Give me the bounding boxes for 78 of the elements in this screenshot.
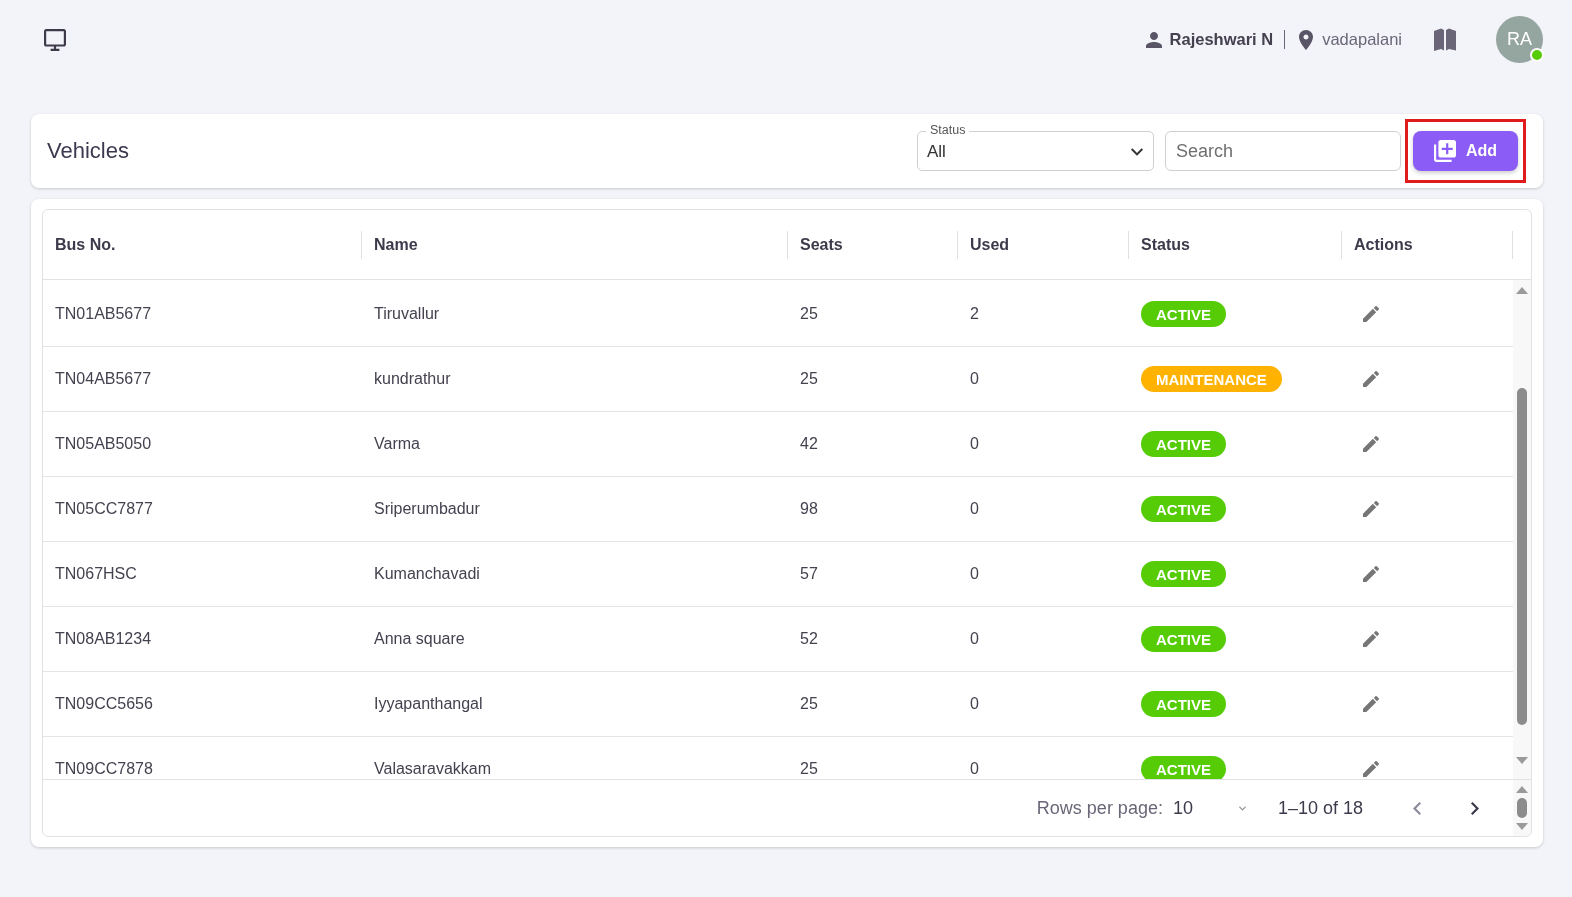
- table-cell-text: TN01AB5677: [54, 304, 153, 324]
- table-cell-text: 52: [799, 629, 819, 649]
- table-cell-text: 98: [799, 499, 819, 519]
- scroll-down-arrow-icon[interactable]: [1516, 757, 1528, 764]
- pencil-icon[interactable]: [1363, 501, 1379, 517]
- table-cell-text: 2: [969, 304, 980, 324]
- chevron-left-icon: [1413, 801, 1421, 815]
- table-cell-text: Iyyapanthangal: [373, 694, 484, 714]
- table-cell-text: 25: [799, 369, 819, 389]
- status-pill: MAINTENANCE: [1141, 366, 1282, 392]
- add-stack-icon: [1433, 140, 1456, 162]
- pencil-icon[interactable]: [1363, 631, 1379, 647]
- location-name: vadapalani: [1322, 30, 1402, 49]
- status-pill: ACTIVE: [1141, 431, 1226, 457]
- scrollbar-thumb[interactable]: [1517, 388, 1527, 725]
- table-cell-text: TN067HSC: [54, 564, 138, 584]
- search-field[interactable]: Search: [1165, 131, 1401, 171]
- table-cell-text: TN04AB5677: [54, 369, 153, 389]
- table-cell-text: 25: [799, 304, 819, 324]
- column-header: Used: [958, 210, 1129, 279]
- status-pill: ACTIVE: [1141, 691, 1226, 717]
- table-cell-text: Valasaravakkam: [373, 759, 493, 779]
- table-cell-text: 0: [969, 499, 980, 519]
- table-cell-text: Varma: [373, 434, 421, 454]
- table-cell-text: 25: [799, 694, 819, 714]
- table-cell-text: 42: [799, 434, 819, 454]
- pencil-icon[interactable]: [1363, 371, 1379, 387]
- table-cell-text: TN09CC5656: [54, 694, 154, 714]
- table-cell-text: Tiruvallur: [373, 304, 441, 324]
- map-icon[interactable]: [1434, 28, 1456, 51]
- column-header: Actions: [1342, 210, 1513, 279]
- pencil-icon[interactable]: [1363, 696, 1379, 712]
- table-cell-text: TN05CC7877: [54, 499, 154, 519]
- status-pill: ACTIVE: [1141, 301, 1226, 327]
- table-cell-text: Kumanchavadi: [373, 564, 481, 584]
- scroll-down-arrow-icon[interactable]: [1516, 823, 1528, 830]
- table-cell-text: Sriperumbadur: [373, 499, 481, 519]
- page-title: Vehicles: [47, 138, 130, 164]
- person-icon: [1145, 31, 1162, 48]
- pencil-icon[interactable]: [1363, 761, 1379, 777]
- page-range: 1–10 of 18: [1277, 797, 1363, 819]
- chevron-right-icon: [1471, 801, 1479, 815]
- table-cell-text: TN08AB1234: [54, 629, 153, 649]
- column-header: Seats: [788, 210, 958, 279]
- scroll-up-arrow-icon[interactable]: [1516, 786, 1528, 793]
- location-pin-icon: [1299, 29, 1314, 50]
- table-cell-text: TN05AB5050: [54, 434, 153, 454]
- user-name: Rajeshwari N: [1169, 30, 1274, 49]
- chevron-down-icon: [1238, 805, 1246, 811]
- status-pill: ACTIVE: [1141, 561, 1226, 587]
- table-cell-text: Anna square: [373, 629, 466, 649]
- table-cell-text: 0: [969, 369, 980, 389]
- rows-per-page-label: Rows per page:: [1036, 797, 1163, 819]
- scrollbar-thumb[interactable]: [1517, 798, 1527, 818]
- pencil-icon[interactable]: [1363, 566, 1379, 582]
- table-cell-text: 0: [969, 629, 980, 649]
- column-header: Status: [1129, 210, 1342, 279]
- status-pill: ACTIVE: [1141, 496, 1226, 522]
- status-pill: ACTIVE: [1141, 626, 1226, 652]
- table-cell-text: 25: [799, 759, 819, 779]
- table-cell-text: kundrathur: [373, 369, 452, 389]
- table-cell-text: 0: [969, 434, 980, 454]
- table-cell-text: TN09CC7878: [54, 759, 154, 779]
- add-button[interactable]: Add: [1413, 131, 1518, 171]
- table-cell-text: 0: [969, 564, 980, 584]
- table-cell-text: 0: [969, 694, 980, 714]
- table-cell-text: 57: [799, 564, 819, 584]
- table-cell-text: 0: [969, 759, 980, 779]
- column-header: Bus No.: [43, 210, 362, 279]
- field-label: Status: [926, 123, 970, 137]
- chevron-down-icon: [1131, 148, 1143, 156]
- column-header: Name: [362, 210, 788, 279]
- rows-per-page-select[interactable]: 10: [1172, 797, 1248, 819]
- monitor-icon[interactable]: [43, 28, 67, 51]
- pencil-icon[interactable]: [1363, 306, 1379, 322]
- pencil-icon[interactable]: [1363, 436, 1379, 452]
- status-pill: ACTIVE: [1141, 756, 1226, 779]
- scroll-up-arrow-icon[interactable]: [1516, 287, 1528, 294]
